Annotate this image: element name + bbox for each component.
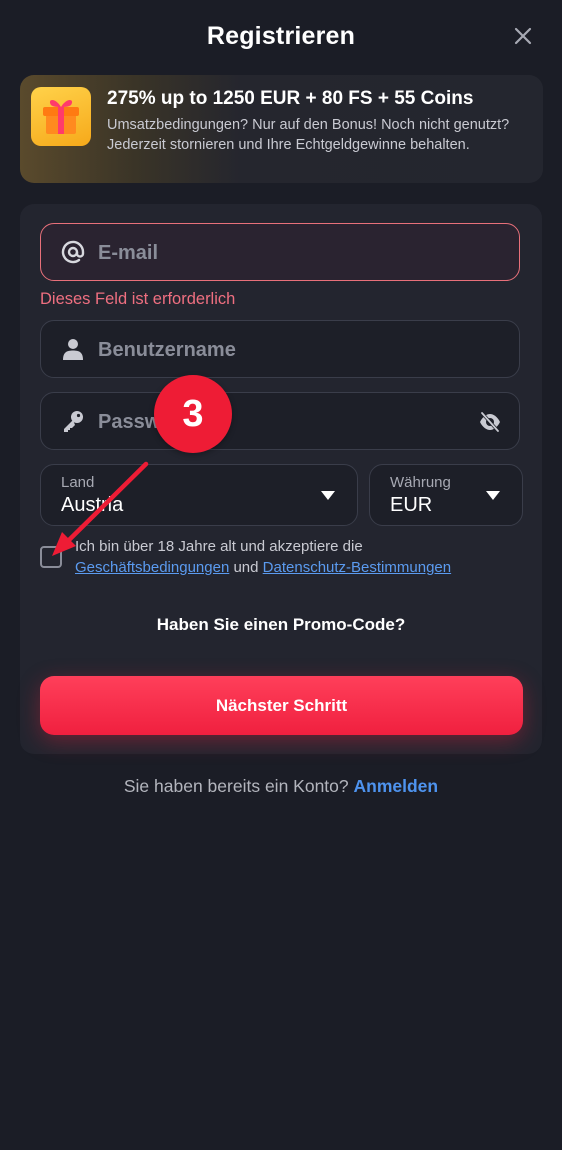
login-link[interactable]: Anmelden xyxy=(354,776,439,796)
step-number-badge: 3 xyxy=(154,375,232,453)
caret-down-icon xyxy=(486,491,500,500)
username-input[interactable] xyxy=(96,321,470,379)
registration-form: Dieses Feld ist erforderlich xyxy=(20,204,542,754)
password-input[interactable] xyxy=(96,393,470,451)
terms-statement: Ich bin über 18 Jahre alt und akzeptiere… xyxy=(75,538,363,555)
country-select[interactable]: Land Austria xyxy=(40,464,358,526)
eye-off-icon[interactable] xyxy=(479,412,501,432)
terms-link[interactable]: Geschäftsbedingungen xyxy=(75,559,229,576)
currency-label: Währung xyxy=(390,474,451,491)
page-title: Registrieren xyxy=(206,22,356,50)
currency-select[interactable]: Währung EUR xyxy=(369,464,523,526)
user-icon xyxy=(63,339,83,360)
password-field[interactable] xyxy=(40,392,520,451)
key-icon xyxy=(64,411,83,432)
close-icon[interactable] xyxy=(514,27,532,45)
caret-down-icon xyxy=(321,491,335,500)
gift-icon xyxy=(31,87,91,146)
promo-code-toggle[interactable]: Haben Sie einen Promo-Code? xyxy=(20,615,542,635)
login-question: Sie haben bereits ein Konto? xyxy=(123,776,349,796)
privacy-link[interactable]: Datenschutz-Bestimmungen xyxy=(263,559,451,576)
login-prompt: Sie haben bereits ein Konto? Anmelden xyxy=(0,776,562,797)
bonus-description: Umsatzbedingungen? Nur auf den Bonus! No… xyxy=(107,117,510,153)
username-field[interactable] xyxy=(40,320,520,379)
header: Registrieren xyxy=(0,0,562,76)
email-error-message: Dieses Feld ist erforderlich xyxy=(40,290,236,308)
terms-checkbox[interactable] xyxy=(40,546,62,568)
at-icon xyxy=(61,240,85,264)
email-field[interactable] xyxy=(40,223,520,282)
country-label: Land xyxy=(61,474,95,491)
bonus-title: 275% up to 1250 EUR + 80 FS + 55 Coins xyxy=(107,88,474,109)
currency-value: EUR xyxy=(390,494,433,516)
terms-text: Ich bin über 18 Jahre alt und akzeptiere… xyxy=(75,536,515,578)
terms-conjunction: und xyxy=(233,559,259,576)
country-value: Austria xyxy=(61,494,124,516)
bonus-banner: 275% up to 1250 EUR + 80 FS + 55 Coins U… xyxy=(20,75,543,183)
email-input[interactable] xyxy=(96,224,470,282)
registration-screen: Registrieren 275% up to 1250 EUR + 80 FS… xyxy=(0,0,562,1150)
next-step-button[interactable]: Nächster Schritt xyxy=(40,676,523,735)
